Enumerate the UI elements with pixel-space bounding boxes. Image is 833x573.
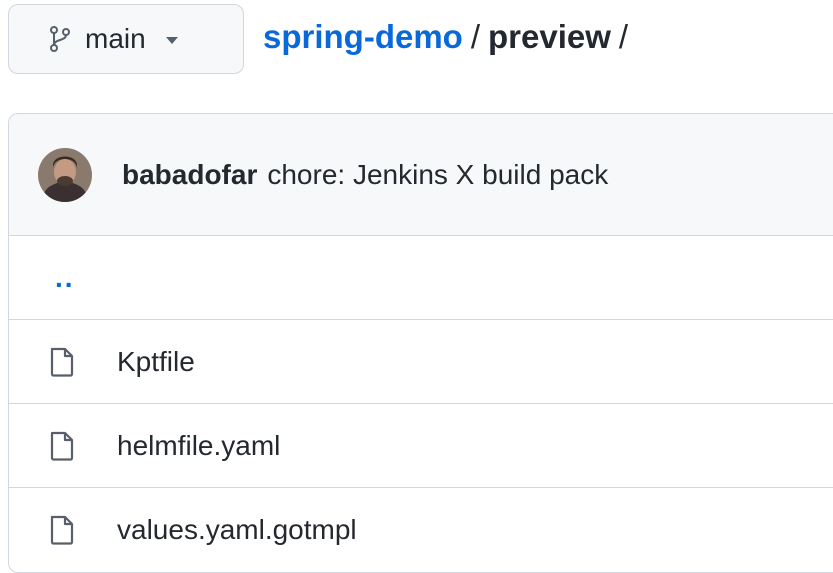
file-name-link[interactable]: values.yaml.gotmpl	[117, 514, 357, 546]
file-row[interactable]: Kptfile	[9, 320, 833, 404]
file-name-link[interactable]: Kptfile	[117, 346, 195, 378]
file-icon	[49, 347, 79, 377]
file-icon	[49, 431, 79, 461]
breadcrumb: spring-demo / preview /	[263, 18, 636, 56]
commit-author-link[interactable]: babadofar	[122, 159, 257, 191]
file-list-box: babadofar chore: Jenkins X build pack ..…	[8, 113, 833, 573]
branch-selector-button[interactable]: main	[8, 4, 244, 74]
file-name-link[interactable]: helmfile.yaml	[117, 430, 280, 462]
branch-name: main	[85, 23, 146, 54]
breadcrumb-repo-link[interactable]: spring-demo	[263, 18, 463, 56]
avatar[interactable]	[38, 147, 92, 202]
file-row[interactable]: values.yaml.gotmpl	[9, 488, 833, 572]
parent-directory-link[interactable]: ..	[55, 262, 75, 294]
file-row[interactable]: helmfile.yaml	[9, 404, 833, 488]
caret-down-icon	[165, 37, 178, 44]
parent-directory-row[interactable]: ..	[9, 236, 833, 320]
breadcrumb-separator: /	[470, 18, 481, 55]
breadcrumb-trailing-separator: /	[618, 18, 629, 55]
commit-message-link[interactable]: chore: Jenkins X build pack	[267, 159, 608, 191]
repo-file-browser: main spring-demo / preview / babadofar c…	[0, 0, 833, 573]
latest-commit-row: babadofar chore: Jenkins X build pack	[9, 114, 833, 236]
file-icon	[49, 515, 79, 545]
git-branch-icon	[49, 26, 71, 52]
breadcrumb-current-directory: preview	[488, 18, 611, 55]
